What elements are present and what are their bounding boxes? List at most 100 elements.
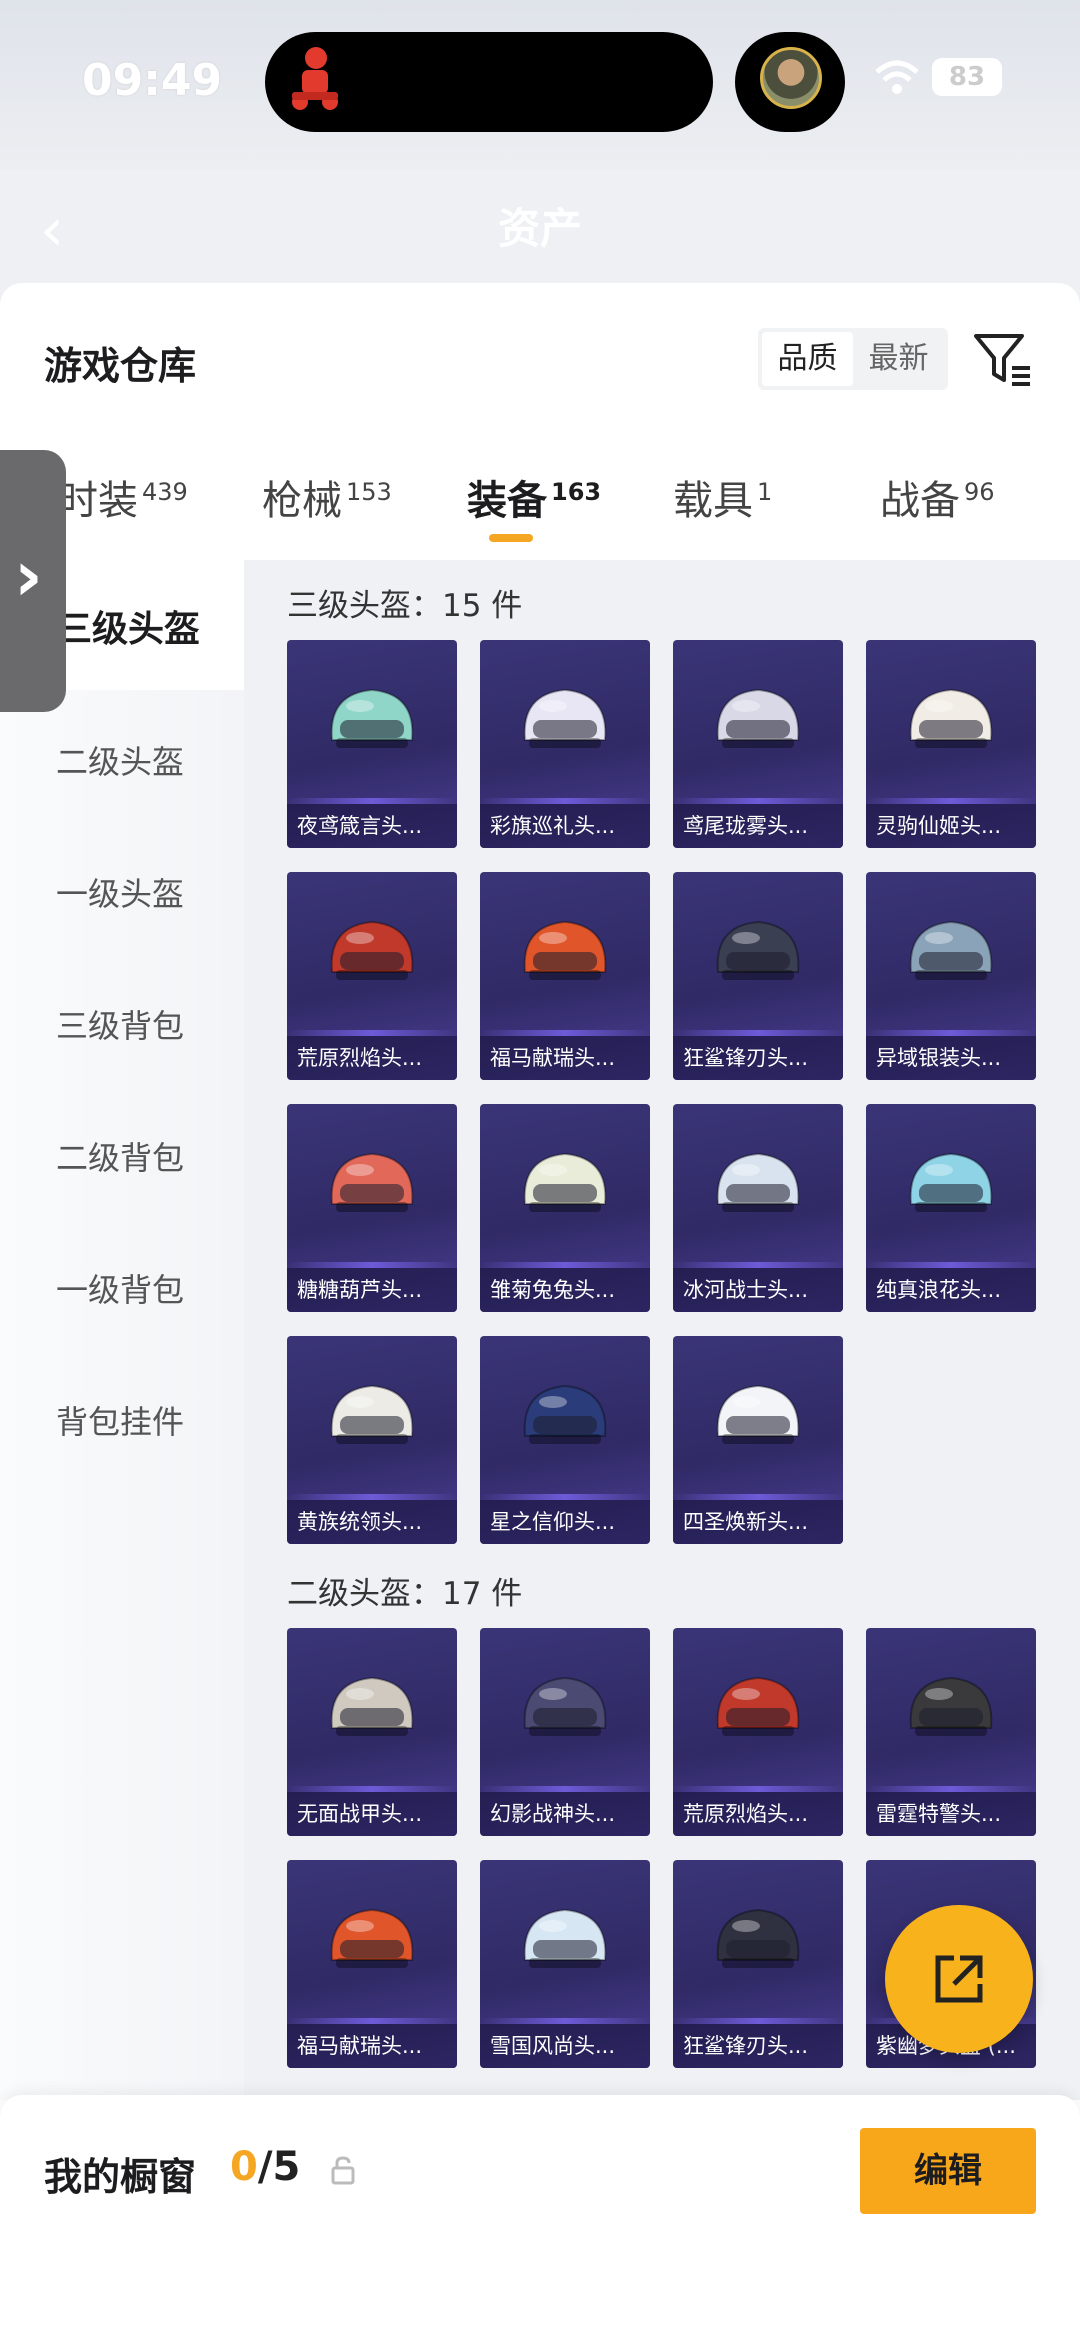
showcase-count: 0/5 <box>230 2144 301 2190</box>
sidebar-item-backpack-charm[interactable]: 背包挂件 <box>56 1397 184 1443</box>
helmet-icon <box>523 1152 607 1212</box>
item-name: 雪国风尚头... <box>480 2024 650 2068</box>
item-name: 无面战甲头... <box>287 1792 457 1836</box>
tab-vehicles[interactable]: 载具 1 <box>673 468 772 526</box>
item-name: 纯真浪花头... <box>866 1268 1036 1312</box>
item-card[interactable]: 彩旗巡礼头... <box>480 640 650 848</box>
sidebar-item-level3-backpack[interactable]: 三级背包 <box>56 1001 184 1047</box>
item-card[interactable]: 纯真浪花头... <box>866 1104 1036 1312</box>
item-name: 狂鲨锋刃头... <box>673 2024 843 2068</box>
item-card[interactable]: 黄族统领头... <box>287 1336 457 1544</box>
sidebar-item-level1-helmet[interactable]: 一级头盔 <box>56 869 184 915</box>
item-card[interactable]: 无面战甲头... <box>287 1628 457 1836</box>
section-title-level3-helmet: 三级头盔：15 件 <box>287 588 523 624</box>
delivery-scooter-icon <box>292 47 338 110</box>
helmet-icon <box>523 1384 607 1444</box>
sort-toggle: 品质 最新 <box>758 328 948 390</box>
sidebar-item-level2-helmet[interactable]: 二级头盔 <box>56 737 184 783</box>
item-name: 幻影战神头... <box>480 1792 650 1836</box>
helmet-icon <box>330 1384 414 1444</box>
item-name: 黄族统领头... <box>287 1500 457 1544</box>
helmet-icon <box>716 1384 800 1444</box>
item-card[interactable]: 异域银装头... <box>866 872 1036 1080</box>
item-card[interactable]: 夜鸢箴言头... <box>287 640 457 848</box>
filter-icon[interactable] <box>972 330 1034 388</box>
helmet-icon <box>716 1908 800 1968</box>
item-name: 狂鲨锋刃头... <box>673 1036 843 1080</box>
helmet-icon <box>716 688 800 748</box>
share-external-icon <box>935 1955 983 2003</box>
tab-equipment[interactable]: 装备 163 <box>467 468 601 526</box>
item-card[interactable]: 福马献瑞头... <box>287 1860 457 2068</box>
item-name: 星之信仰头... <box>480 1500 650 1544</box>
item-card[interactable]: 雷霆特警头... <box>866 1628 1036 1836</box>
item-card[interactable]: 雪国风尚头... <box>480 1860 650 2068</box>
item-card[interactable]: 荒原烈焰头... <box>673 1628 843 1836</box>
helmet-icon <box>716 1676 800 1736</box>
sidebar-item-level3-helmet[interactable]: 三级头盔 <box>56 600 200 652</box>
live-activity-avatar <box>760 47 822 109</box>
status-time: 09:49 <box>82 55 223 106</box>
item-card[interactable]: 灵驹仙姬头... <box>866 640 1036 848</box>
showcase-label: 我的橱窗 <box>44 2155 197 2199</box>
item-card[interactable]: 狂鲨锋刃头... <box>673 1860 843 2068</box>
helmet-icon <box>909 920 993 980</box>
helmet-icon <box>330 1152 414 1212</box>
section-title-level2-helmet: 二级头盔：17 件 <box>287 1576 523 1612</box>
item-name: 福马献瑞头... <box>287 2024 457 2068</box>
category-sidebar <box>0 560 244 2100</box>
item-name: 冰河战士头... <box>673 1268 843 1312</box>
item-card[interactable]: 冰河战士头... <box>673 1104 843 1312</box>
item-name: 荒原烈焰头... <box>287 1036 457 1080</box>
item-card[interactable]: 雏菊兔兔头... <box>480 1104 650 1312</box>
item-card[interactable]: 星之信仰头... <box>480 1336 650 1544</box>
tab-weapons[interactable]: 枪械 153 <box>262 468 392 526</box>
item-name: 荒原烈焰头... <box>673 1792 843 1836</box>
item-card[interactable]: 糖糖葫芦头... <box>287 1104 457 1312</box>
helmet-icon <box>523 920 607 980</box>
helmet-icon <box>716 920 800 980</box>
item-name: 四圣焕新头... <box>673 1500 843 1544</box>
item-name: 异域银装头... <box>866 1036 1036 1080</box>
item-card[interactable]: 荒原烈焰头... <box>287 872 457 1080</box>
helmet-icon <box>523 1908 607 1968</box>
page-title: 资产 <box>497 204 582 253</box>
sort-quality-button[interactable]: 品质 <box>762 332 853 386</box>
item-card[interactable]: 福马献瑞头... <box>480 872 650 1080</box>
item-card[interactable]: 狂鲨锋刃头... <box>673 872 843 1080</box>
battery-indicator: 83 <box>932 58 1002 96</box>
active-tab-indicator <box>489 534 533 542</box>
item-name: 福马献瑞头... <box>480 1036 650 1080</box>
item-name: 雷霆特警头... <box>866 1792 1036 1836</box>
item-name: 糖糖葫芦头... <box>287 1268 457 1312</box>
sidebar-item-level1-backpack[interactable]: 一级背包 <box>56 1265 184 1311</box>
helmet-icon <box>330 1676 414 1736</box>
item-name: 彩旗巡礼头... <box>480 804 650 848</box>
helmet-icon <box>330 688 414 748</box>
helmet-icon <box>330 920 414 980</box>
tab-supplies[interactable]: 战备 96 <box>880 468 995 526</box>
sheet-title: 游戏仓库 <box>44 344 197 388</box>
helmet-icon <box>909 1676 993 1736</box>
item-card[interactable]: 四圣焕新头... <box>673 1336 843 1544</box>
item-name: 雏菊兔兔头... <box>480 1268 650 1312</box>
helmet-icon <box>523 1676 607 1736</box>
helmet-icon <box>523 688 607 748</box>
tab-fashion[interactable]: 时装 439 <box>58 468 188 526</box>
item-card[interactable]: 鸢尾珑雾头... <box>673 640 843 848</box>
wifi-icon <box>875 60 919 94</box>
sort-newest-button[interactable]: 最新 <box>853 332 944 386</box>
item-card[interactable]: 幻影战神头... <box>480 1628 650 1836</box>
chevron-right-icon: › <box>14 535 43 617</box>
helmet-icon <box>330 1908 414 1968</box>
helmet-icon <box>909 688 993 748</box>
helmet-icon <box>909 1152 993 1212</box>
sidebar-item-level2-backpack[interactable]: 二级背包 <box>56 1133 184 1179</box>
item-name: 鸢尾珑雾头... <box>673 804 843 848</box>
edit-button[interactable]: 编辑 <box>860 2128 1036 2214</box>
helmet-icon <box>716 1152 800 1212</box>
item-name: 灵驹仙姬头... <box>866 804 1036 848</box>
lock-icon <box>331 2156 355 2185</box>
back-chevron-icon[interactable]: ‹ <box>40 195 64 265</box>
item-name: 夜鸢箴言头... <box>287 804 457 848</box>
